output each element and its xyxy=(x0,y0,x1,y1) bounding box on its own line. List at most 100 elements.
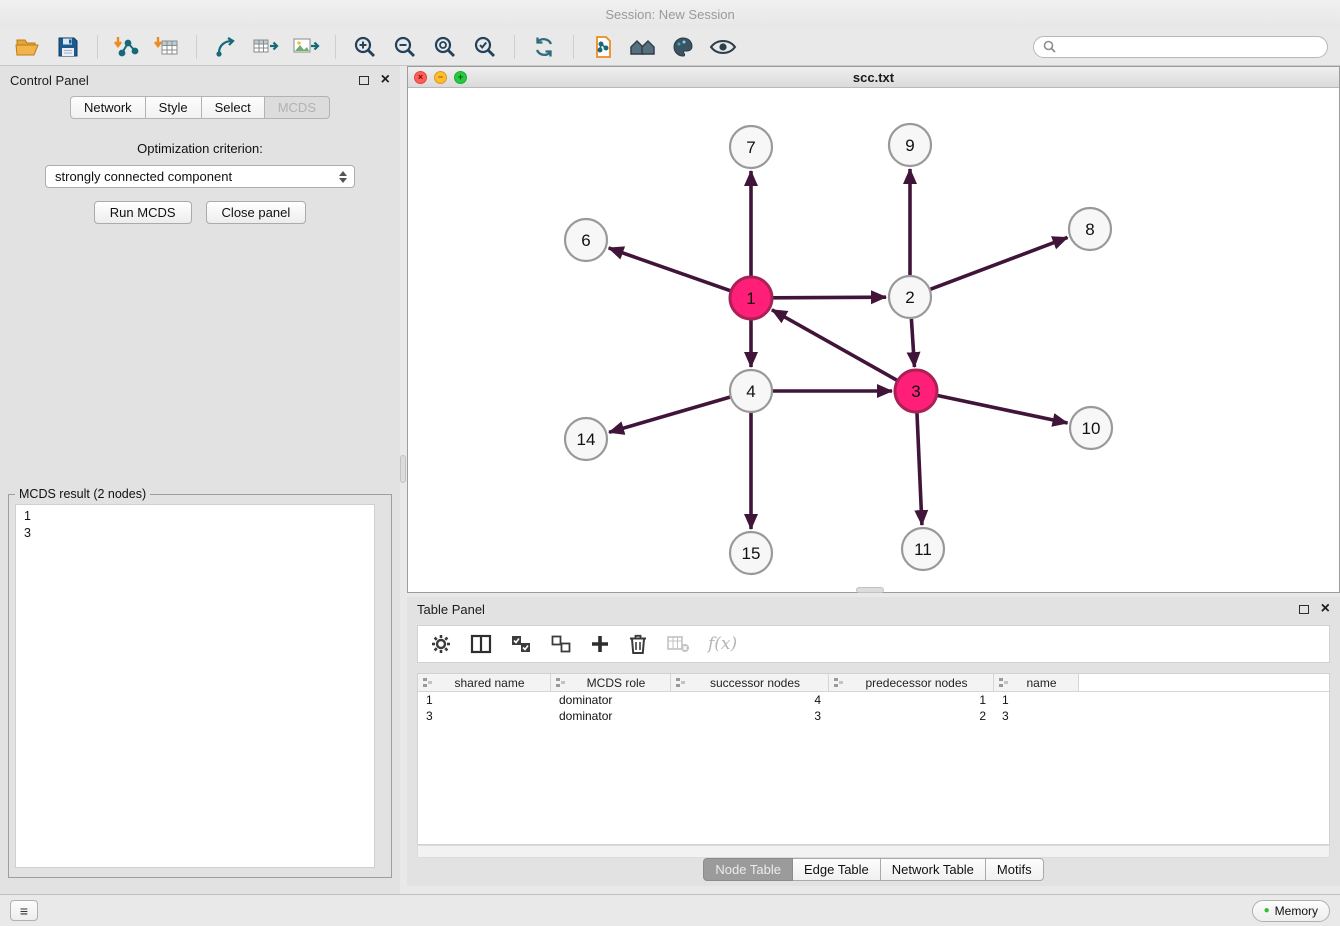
search-input[interactable] xyxy=(1062,40,1318,54)
eye-icon xyxy=(709,36,737,58)
import-table-button[interactable] xyxy=(149,32,185,62)
import-table-icon xyxy=(154,35,180,59)
run-mcds-button[interactable]: Run MCDS xyxy=(94,201,192,224)
sort-icon xyxy=(675,677,686,688)
column-header-mcds-role[interactable]: MCDS role xyxy=(551,674,671,691)
edge-2-8[interactable] xyxy=(931,237,1068,289)
zoom-in-button[interactable] xyxy=(347,32,383,62)
edge-2-3[interactable] xyxy=(911,319,914,367)
table-row[interactable]: 3dominator323 xyxy=(418,708,1329,724)
refresh-button[interactable] xyxy=(526,32,562,62)
window-resize-gripper[interactable] xyxy=(856,587,884,593)
edge-1-6[interactable] xyxy=(609,248,731,291)
select-all-button[interactable] xyxy=(510,634,532,654)
tab-network-table[interactable]: Network Table xyxy=(881,858,986,881)
window-close-icon[interactable]: × xyxy=(414,71,427,84)
checked-boxes-icon xyxy=(510,634,532,654)
network-canvas[interactable]: 7 9 6 8 1 2 4 3 14 10 15 11 xyxy=(408,88,1337,592)
tab-network[interactable]: Network xyxy=(70,96,146,119)
node-label: 3 xyxy=(911,382,920,401)
optimization-dropdown[interactable]: strongly connected component xyxy=(45,165,355,188)
table-cell: 1 xyxy=(418,693,551,707)
table-settings-button[interactable] xyxy=(430,633,452,655)
node-10[interactable]: 10 xyxy=(1070,407,1112,449)
node-label: 2 xyxy=(905,288,914,307)
tab-select[interactable]: Select xyxy=(202,96,265,119)
show-hide-button[interactable] xyxy=(705,32,741,62)
export-network-icon xyxy=(213,35,239,59)
float-table-panel-icon[interactable] xyxy=(1299,605,1309,614)
memory-label: Memory xyxy=(1275,904,1318,918)
toolbar-separator xyxy=(97,35,98,59)
status-bar: ≡ ● Memory xyxy=(0,894,1340,926)
node-4[interactable]: 4 xyxy=(730,370,772,412)
delete-table-button[interactable] xyxy=(666,634,690,654)
home-button[interactable] xyxy=(625,32,661,62)
node-label: 11 xyxy=(914,540,932,559)
column-header-predecessor-nodes[interactable]: predecessor nodes xyxy=(829,674,994,691)
node-label: 1 xyxy=(746,289,755,308)
edge-3-11[interactable] xyxy=(917,413,922,525)
node-6[interactable]: 6 xyxy=(565,219,607,261)
close-panel-button[interactable]: Close panel xyxy=(206,201,307,224)
edge-4-14[interactable] xyxy=(609,397,730,432)
sort-icon xyxy=(555,677,566,688)
tab-mcds[interactable]: MCDS xyxy=(265,96,330,119)
column-header-shared-name[interactable]: shared name xyxy=(418,674,551,691)
table-horizontal-scrollbar[interactable] xyxy=(417,845,1330,858)
table-body: 1dominator4113dominator323 xyxy=(418,692,1329,724)
node-14[interactable]: 14 xyxy=(565,418,607,460)
zoom-fit-button[interactable] xyxy=(427,32,463,62)
window-titlebar: Session: New Session xyxy=(0,0,1340,28)
export-image-button[interactable] xyxy=(288,32,324,62)
tab-style[interactable]: Style xyxy=(146,96,202,119)
export-network-button[interactable] xyxy=(208,32,244,62)
node-7[interactable]: 7 xyxy=(730,126,772,168)
close-table-panel-icon[interactable]: × xyxy=(1321,601,1330,617)
search-box[interactable] xyxy=(1033,36,1328,58)
export-table-button[interactable] xyxy=(248,32,284,62)
tab-motifs[interactable]: Motifs xyxy=(986,858,1044,881)
node-15[interactable]: 15 xyxy=(730,532,772,574)
edge-3-1[interactable] xyxy=(772,310,897,380)
column-header-successor-nodes[interactable]: successor nodes xyxy=(671,674,829,691)
memory-button[interactable]: ● Memory xyxy=(1252,900,1330,922)
tab-edge-table[interactable]: Edge Table xyxy=(793,858,881,881)
node-9[interactable]: 9 xyxy=(889,124,931,166)
apply-style-button[interactable] xyxy=(665,32,701,62)
close-panel-icon[interactable]: × xyxy=(381,72,390,88)
node-8[interactable]: 8 xyxy=(1069,208,1111,250)
window-zoom-icon[interactable]: + xyxy=(454,71,467,84)
node-3[interactable]: 3 xyxy=(895,370,937,412)
import-network-button[interactable] xyxy=(109,32,145,62)
unchecked-boxes-icon xyxy=(550,634,572,654)
node-2[interactable]: 2 xyxy=(889,276,931,318)
node-label: 7 xyxy=(746,138,755,157)
mcds-result-list: 13 xyxy=(15,504,375,868)
float-panel-icon[interactable] xyxy=(359,76,369,85)
deselect-all-button[interactable] xyxy=(550,634,572,654)
column-header-name[interactable]: name xyxy=(994,674,1079,691)
save-session-button[interactable] xyxy=(50,32,86,62)
tab-node-table[interactable]: Node Table xyxy=(703,858,793,881)
show-columns-button[interactable] xyxy=(470,634,492,654)
panel-resize-gripper[interactable] xyxy=(400,455,406,483)
task-history-button[interactable]: ≡ xyxy=(10,900,38,921)
control-panel-header: Control Panel × xyxy=(0,66,400,94)
open-file-button[interactable] xyxy=(10,32,46,62)
node-1[interactable]: 1 xyxy=(730,277,772,319)
table-row[interactable]: 1dominator411 xyxy=(418,692,1329,708)
zoom-out-button[interactable] xyxy=(387,32,423,62)
clone-network-button[interactable] xyxy=(585,32,621,62)
edge-3-10[interactable] xyxy=(938,396,1068,423)
zoom-selected-icon xyxy=(473,35,497,59)
node-11[interactable]: 11 xyxy=(902,528,944,570)
edge-1-2[interactable] xyxy=(773,297,886,298)
zoom-selected-button[interactable] xyxy=(467,32,503,62)
function-builder-button[interactable]: f(x) xyxy=(708,634,737,654)
column-header-label: name xyxy=(1009,676,1074,690)
column-header-label: MCDS role xyxy=(566,676,666,690)
delete-column-button[interactable] xyxy=(628,633,648,655)
add-column-button[interactable] xyxy=(590,634,610,654)
window-minimize-icon[interactable]: − xyxy=(434,71,447,84)
